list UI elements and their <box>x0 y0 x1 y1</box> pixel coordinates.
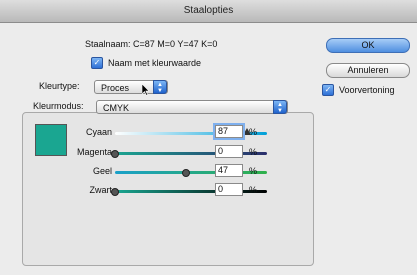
slider-thumb[interactable] <box>111 150 119 158</box>
color-type-value: Proces <box>101 83 130 93</box>
percent-unit: % <box>249 185 258 195</box>
name-with-value-label: Naam met kleurwaarde <box>108 58 202 68</box>
slider-label: Magenta <box>76 147 112 157</box>
preview-checkbox[interactable]: ✓ Voorvertoning <box>322 84 395 96</box>
checkmark-icon: ✓ <box>322 84 334 96</box>
yellow-value-field[interactable]: 47 <box>215 164 243 177</box>
cyan-value-field[interactable]: 87 <box>215 125 243 138</box>
slider-thumb[interactable] <box>111 188 119 196</box>
slider-label: Cyaan <box>85 127 112 137</box>
updown-arrows-icon: ▲ ▼ <box>153 80 167 94</box>
dialog-body: Staalnaam: C=87 M=0 Y=47 K=0 ✓ Naam met … <box>0 23 417 275</box>
black-slider-track[interactable] <box>111 188 267 196</box>
magenta-value-field[interactable]: 0 <box>215 145 243 158</box>
mouse-pointer-icon <box>142 84 150 96</box>
preview-label: Voorvertoning <box>339 85 395 95</box>
color-mode-value: CMYK <box>103 103 130 113</box>
dialog-window: Staalopties Staalnaam: C=87 M=0 Y=47 K=0… <box>0 0 417 275</box>
percent-unit: % <box>249 147 258 157</box>
percent-unit: % <box>249 166 258 176</box>
name-with-value-checkbox[interactable]: ✓ Naam met kleurwaarde <box>91 57 201 69</box>
cyan-slider-track[interactable] <box>115 128 267 135</box>
ok-button[interactable]: OK <box>326 38 410 53</box>
color-type-label: Kleurtype: <box>39 81 80 91</box>
magenta-slider-track[interactable] <box>111 150 267 158</box>
black-value-field[interactable]: 0 <box>215 183 243 196</box>
updown-arrows-icon: ▲ ▼ <box>273 100 287 114</box>
yellow-slider-track[interactable] <box>115 169 267 177</box>
checkmark-icon: ✓ <box>91 57 103 69</box>
slider-label: Zwart <box>89 185 113 195</box>
cancel-button[interactable]: Annuleren <box>326 63 410 78</box>
percent-unit: % <box>249 127 258 137</box>
color-mode-label: Kleurmodus: <box>30 101 87 111</box>
color-mode-select[interactable]: CMYK ▲ ▼ <box>96 100 288 114</box>
slider-label: Geel <box>92 166 112 176</box>
window-title: Staalopties <box>0 0 417 23</box>
swatch-name-label: Staalnaam: C=87 M=0 Y=47 K=0 <box>85 39 218 49</box>
color-type-select[interactable]: Proces ▲ ▼ <box>94 80 168 94</box>
